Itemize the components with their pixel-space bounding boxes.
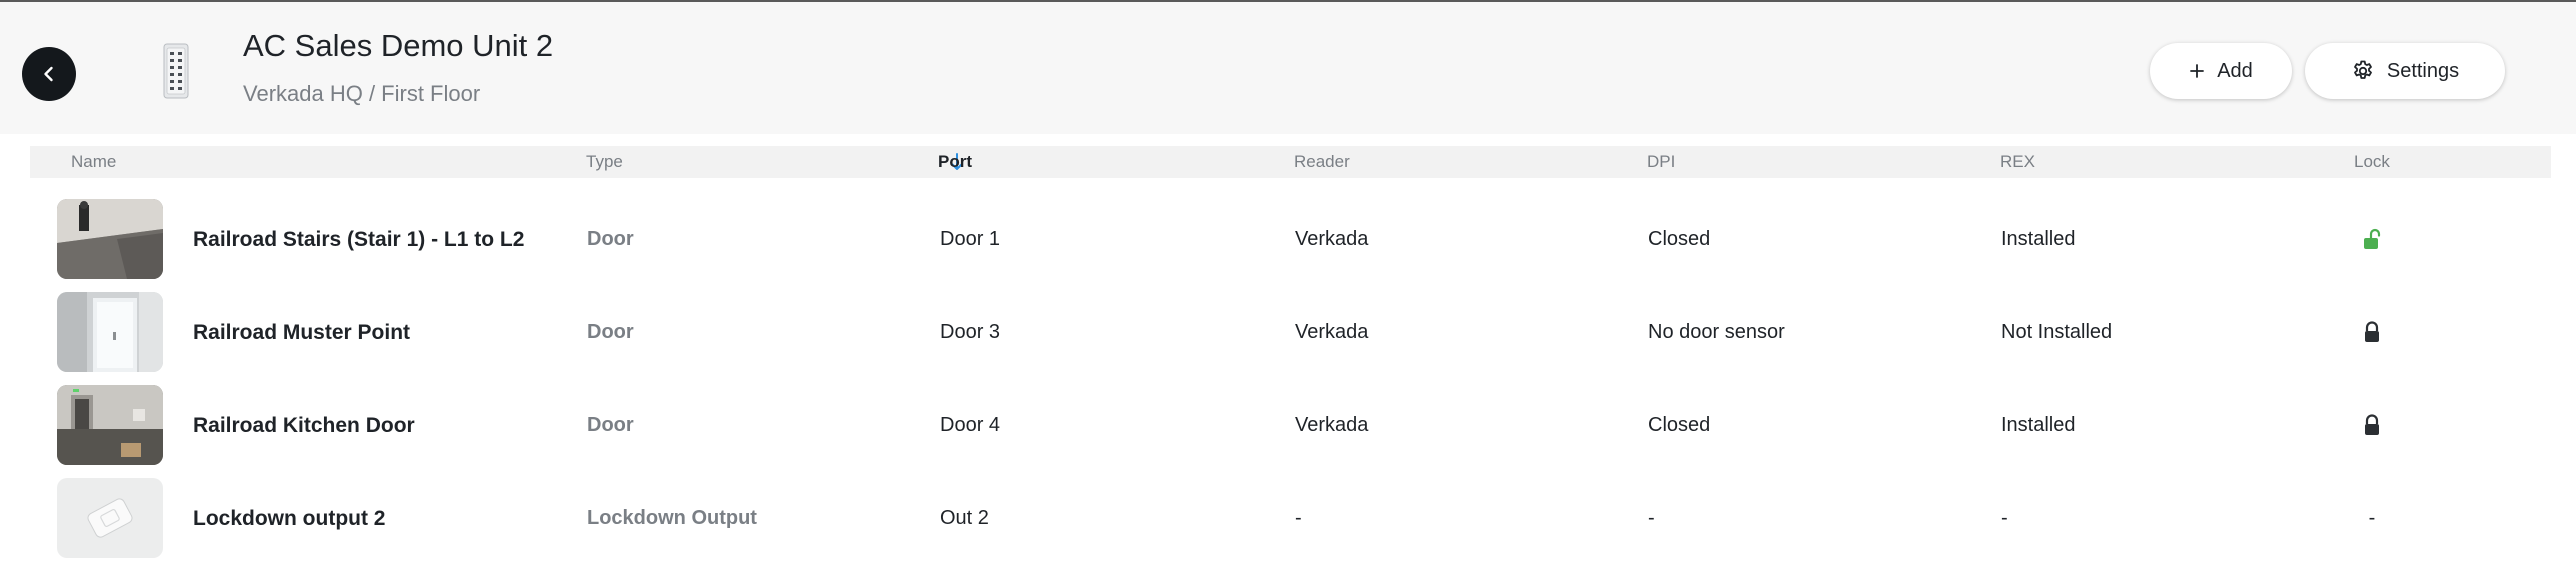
column-header-reader[interactable]: Reader bbox=[1294, 146, 1350, 178]
page-title: AC Sales Demo Unit 2 bbox=[243, 28, 554, 63]
table-row[interactable]: Railroad Stairs (Stair 1) - L1 to L2 Doo… bbox=[0, 193, 2576, 286]
door-port: Door 4 bbox=[940, 414, 1001, 436]
table-row[interactable]: Railroad Muster Point Door Door 3 Verkad… bbox=[0, 286, 2576, 379]
door-name[interactable]: Railroad Kitchen Door bbox=[193, 379, 415, 472]
door-rex: Installed bbox=[2001, 414, 2076, 436]
locked-icon[interactable] bbox=[2362, 320, 2382, 344]
add-button[interactable]: Add bbox=[2150, 43, 2292, 99]
door-rex: Not Installed bbox=[2001, 321, 2113, 343]
table-header: Name Type Port Reader DPI REX Lock bbox=[30, 146, 2551, 178]
door-port: Door 3 bbox=[940, 321, 1001, 343]
output-dpi: - bbox=[1648, 507, 1655, 529]
output-reader: - bbox=[1295, 507, 1302, 529]
settings-button[interactable]: Settings bbox=[2305, 43, 2505, 99]
door-type: Door bbox=[587, 228, 634, 250]
column-header-port[interactable]: Port bbox=[938, 146, 972, 178]
column-header-type[interactable]: Type bbox=[586, 146, 623, 178]
plus-icon bbox=[2190, 64, 2205, 78]
door-rex: Installed bbox=[2001, 228, 2076, 250]
column-header-name[interactable]: Name bbox=[71, 146, 116, 178]
door-port: Door 1 bbox=[940, 228, 1001, 250]
locked-icon[interactable] bbox=[2362, 413, 2382, 437]
output-lock: - bbox=[2368, 507, 2376, 529]
door-reader: Verkada bbox=[1295, 321, 1369, 343]
lockdown-output-thumbnail bbox=[57, 478, 163, 558]
door-type: Door bbox=[587, 321, 634, 343]
settings-button-label: Settings bbox=[2386, 59, 2460, 82]
door-thumbnail bbox=[57, 199, 163, 279]
door-name[interactable]: Railroad Stairs (Stair 1) - L1 to L2 bbox=[193, 193, 524, 286]
back-button[interactable] bbox=[22, 47, 76, 101]
unlocked-icon[interactable] bbox=[2362, 227, 2382, 251]
add-button-label: Add bbox=[2217, 59, 2253, 82]
column-header-dpi[interactable]: DPI bbox=[1647, 146, 1675, 178]
door-reader: Verkada bbox=[1295, 414, 1369, 436]
column-header-rex[interactable]: REX bbox=[2000, 146, 2035, 178]
door-type: Door bbox=[587, 414, 634, 436]
door-thumbnail bbox=[57, 385, 163, 465]
breadcrumb[interactable]: Verkada HQ / First Floor bbox=[243, 81, 480, 107]
gear-icon bbox=[2353, 60, 2372, 79]
table-row[interactable]: Lockdown output 2 Lockdown Output Out 2 … bbox=[0, 472, 2576, 565]
door-name[interactable]: Railroad Muster Point bbox=[193, 286, 410, 379]
output-rex: - bbox=[2001, 507, 2008, 529]
door-dpi: No door sensor bbox=[1648, 321, 1785, 343]
door-dpi: Closed bbox=[1648, 228, 1711, 250]
chevron-left-icon bbox=[44, 66, 53, 82]
output-name[interactable]: Lockdown output 2 bbox=[193, 472, 385, 565]
output-port: Out 2 bbox=[940, 507, 989, 529]
device-header: AC Sales Demo Unit 2 Verkada HQ / First … bbox=[0, 0, 2576, 134]
door-reader: Verkada bbox=[1295, 228, 1369, 250]
table-row[interactable]: Railroad Kitchen Door Door Door 4 Verkad… bbox=[0, 379, 2576, 472]
door-thumbnail bbox=[57, 292, 163, 372]
column-header-lock[interactable]: Lock bbox=[2354, 146, 2390, 178]
door-dpi: Closed bbox=[1648, 414, 1711, 436]
output-type: Lockdown Output bbox=[587, 507, 757, 529]
access-controller-image bbox=[163, 43, 189, 99]
